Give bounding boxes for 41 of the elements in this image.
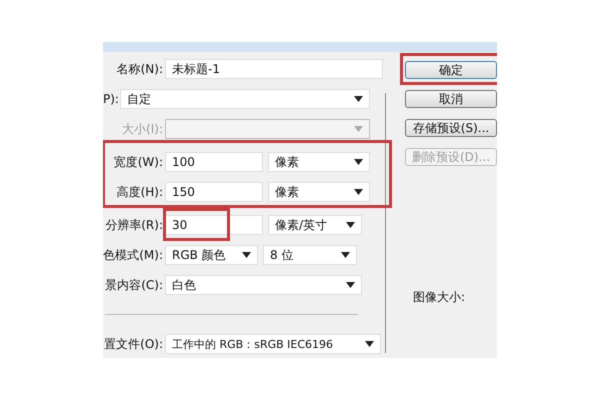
field-label: 置文件(O):: [103, 336, 164, 352]
dialog-button[interactable]: 取消: [405, 90, 497, 108]
dropdown-field[interactable]: 像素: [268, 182, 370, 202]
field-label: 宽度(W):: [112, 154, 164, 170]
dropdown-field[interactable]: 8 位: [263, 245, 357, 265]
dropdown-field[interactable]: 工作中的 RGB：sRGB IEC6196: [165, 334, 381, 354]
input-field[interactable]: 未标题-1: [165, 59, 383, 79]
field-label: 景内容(C):: [104, 276, 164, 294]
dropdown-value: 8 位: [270, 246, 294, 264]
dropdown-arrow-icon[interactable]: [346, 282, 355, 288]
field-label: 分辨率(R):: [104, 216, 164, 234]
dropdown-field[interactable]: RGB 颜色: [165, 245, 258, 265]
dropdown-value: 像素: [275, 184, 299, 200]
dropdown-field[interactable]: 像素/英寸: [268, 215, 362, 235]
field-label: 高度(H):: [116, 184, 164, 200]
dialog-button[interactable]: 确定: [405, 61, 497, 79]
field-label: 名称(N):: [116, 60, 164, 78]
dropdown-arrow-icon[interactable]: [354, 189, 363, 195]
dropdown-arrow-icon[interactable]: [341, 252, 350, 258]
dropdown-value: 白色: [172, 276, 196, 294]
dropdown-value: 工作中的 RGB：sRGB IEC6196: [172, 336, 334, 352]
dropdown-field[interactable]: 像素: [268, 152, 370, 172]
dropdown-arrow-icon[interactable]: [346, 222, 355, 228]
dropdown-value: 像素/英寸: [275, 216, 328, 234]
input-field[interactable]: 30: [165, 215, 263, 235]
dialog-button[interactable]: 存储预设(S)...: [405, 119, 497, 137]
dropdown-arrow-icon[interactable]: [354, 159, 363, 165]
dropdown-field[interactable]: 白色: [165, 275, 362, 295]
image-size-label: 图像大小:: [413, 289, 466, 306]
input-field[interactable]: 100: [165, 152, 263, 172]
dropdown-field[interactable]: 自定: [120, 89, 370, 109]
field-label: 大小(I):: [121, 120, 164, 138]
dropdown-arrow-icon[interactable]: [242, 252, 251, 258]
dropdown-value: 像素: [275, 154, 299, 170]
dropdown-value: RGB 颜色: [172, 246, 226, 264]
input-field[interactable]: 150: [165, 182, 263, 202]
field-label: 色模式(M):: [103, 246, 164, 264]
dropdown-arrow-icon[interactable]: [354, 96, 363, 102]
field-label: P):: [103, 92, 120, 106]
dropdown-arrow-icon[interactable]: [365, 341, 374, 347]
dropdown-value: 自定: [127, 90, 151, 108]
